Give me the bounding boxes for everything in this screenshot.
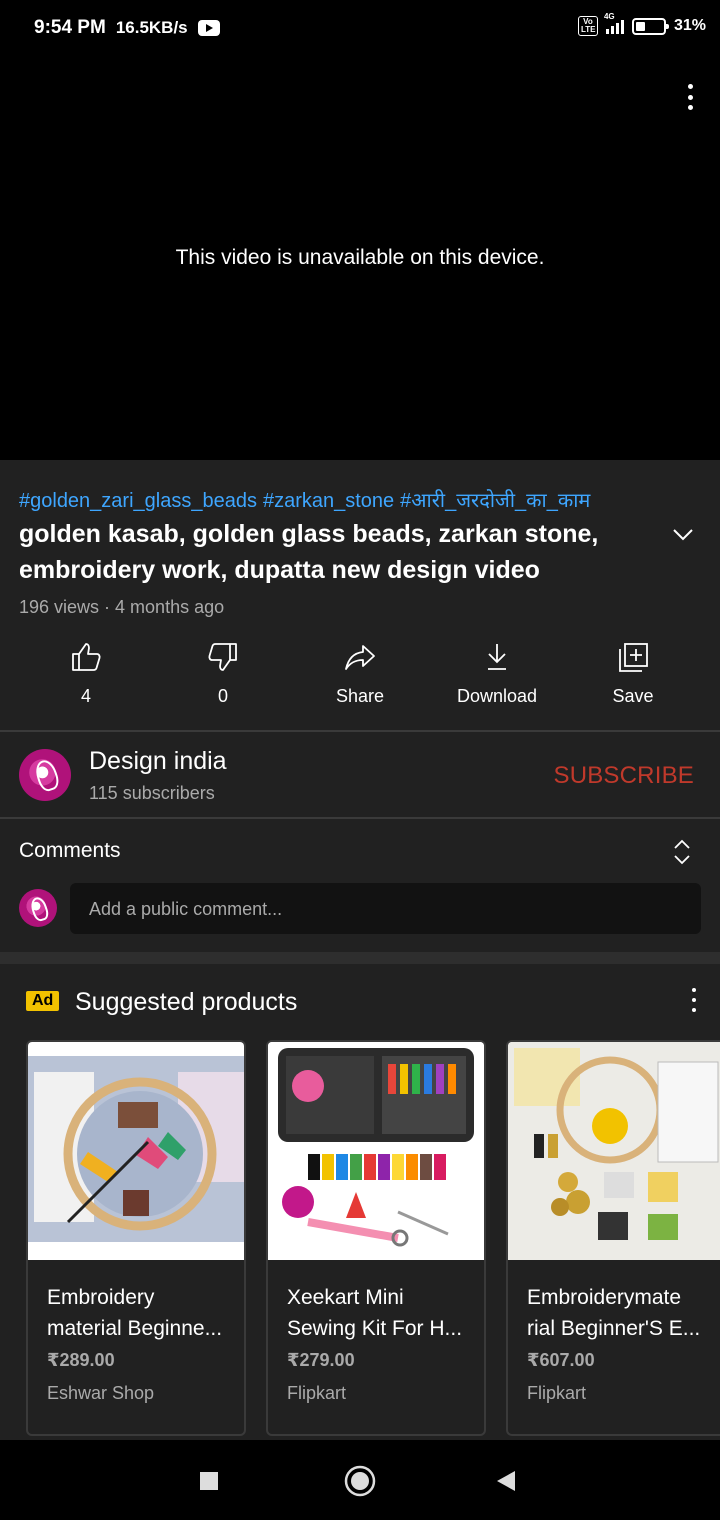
video-title-line: golden kasab, golden glass beads, zarkan… [19,520,599,548]
section-separator [0,952,720,964]
status-bar-left: 9:54 PM 16.5KB/s [34,17,220,39]
product-price: ₹289.00 [47,1350,115,1370]
battery-icon [631,17,669,35]
signal-strength-icon: 4G [604,12,624,34]
share-icon [345,645,375,670]
hashtag-link[interactable]: #zarkan_stone [263,490,394,512]
more-vertical-icon[interactable] [692,988,698,1012]
product-price: ₹607.00 [527,1350,595,1370]
recents-square-icon[interactable] [199,1471,219,1491]
channel-avatar[interactable] [19,749,71,801]
product-name-line: Embroidery [47,1286,155,1309]
product-store: Eshwar Shop [47,1383,155,1403]
back-triangle-icon[interactable] [495,1470,517,1492]
product-card[interactable]: Embroiderymate rial Beginner'S E... ₹607… [506,1040,720,1436]
network-type-label: 4G [603,12,615,21]
channel-name[interactable]: Design india [89,747,227,776]
product-image-embroidery-kit [28,1042,244,1260]
product-price: ₹279.00 [287,1350,355,1370]
chevron-down-icon [673,529,693,541]
system-navigation-bar [0,1440,720,1520]
suggested-products: Ad Suggested products Embroidery materia… [0,964,720,1440]
product-name-line: Xeekart Mini [287,1286,404,1309]
expand-description-button[interactable] [668,520,698,550]
dislike-button[interactable]: 0 [158,640,288,707]
hashtag-link[interactable]: #आरी_जरदोजी_का_काम [400,490,590,512]
like-count: 4 [80,686,91,706]
more-vertical-icon[interactable] [680,80,700,114]
channel-row[interactable]: Design india 115 subscribers SUBSCRIBE [0,732,720,818]
battery-percent: 31% [673,17,706,34]
status-bar-right: Vo LTE 4G 31% [577,12,706,36]
hashtags: #golden_zari_glass_beads #zarkan_stone #आर… [19,486,596,513]
product-name-line: material Beginne... [47,1317,223,1340]
comments-title: Comments [19,839,121,862]
suggested-products-title: Suggested products [75,988,298,1016]
hashtag-link[interactable]: #golden_zari_glass_beads [19,490,257,512]
product-name: Xeekart Mini Sewing Kit For H... [287,1282,469,1344]
video-player[interactable]: This video is unavailable on this device… [0,56,720,460]
ad-badge: Ad [26,991,60,1011]
comment-input[interactable]: Add a public comment... [70,883,701,934]
dislike-count: 0 [217,686,228,706]
divider [0,817,720,819]
download-icon [488,644,506,670]
subscriber-count: 115 subscribers [89,783,215,803]
thumbs-down-icon [208,643,237,671]
subscribe-button[interactable]: SUBSCRIBE [553,762,694,790]
product-card[interactable]: Xeekart Mini Sewing Kit For H... ₹279.00… [266,1040,486,1436]
share-button[interactable]: Share [295,640,425,707]
video-title[interactable]: golden kasab, golden glass beads, zarkan… [19,516,639,588]
product-name-line: Embroiderymate [527,1286,682,1309]
action-bar: 4 0 Share Download Save [0,640,720,720]
product-image-embroidery-material [508,1042,720,1260]
download-label: Download [456,686,538,706]
status-time: 9:54 PM [34,17,106,38]
home-circle-icon[interactable] [344,1465,376,1497]
video-meta: 196 views · 4 months ago [19,597,225,617]
save-button[interactable]: Save [568,640,698,707]
product-name-line: rial Beginner'S E... [527,1317,701,1340]
status-net-speed: 16.5KB/s [115,18,188,37]
product-name-line: Sewing Kit For H... [287,1317,463,1340]
product-name: Embroidery material Beginne... [47,1282,229,1344]
video-title-line: embroidery work, dupatta new design vide… [19,556,540,584]
like-button[interactable]: 4 [21,640,151,707]
product-name: Embroiderymate rial Beginner'S E... [527,1282,709,1344]
product-store: Flipkart [527,1383,587,1403]
expand-collapse-icon[interactable] [672,838,692,866]
video-unavailable-message: This video is unavailable on this device… [175,246,545,269]
product-card[interactable]: Embroidery material Beginne... ₹289.00 E… [26,1040,246,1436]
user-avatar [19,889,57,927]
product-image-sewing-kit [268,1042,484,1260]
volte-icon: Vo LTE [577,16,598,36]
status-bar: 9:54 PM 16.5KB/s Vo LTE 4G 31% [0,0,720,56]
product-store: Flipkart [287,1383,347,1403]
save-label: Save [612,686,654,706]
thumbs-up-icon [72,643,101,671]
download-button[interactable]: Download [432,640,562,707]
share-label: Share [335,686,385,706]
comments-section[interactable]: Comments Add a public comment... [0,820,720,952]
youtube-notification-icon [197,20,220,36]
add-to-playlist-icon [619,643,648,672]
